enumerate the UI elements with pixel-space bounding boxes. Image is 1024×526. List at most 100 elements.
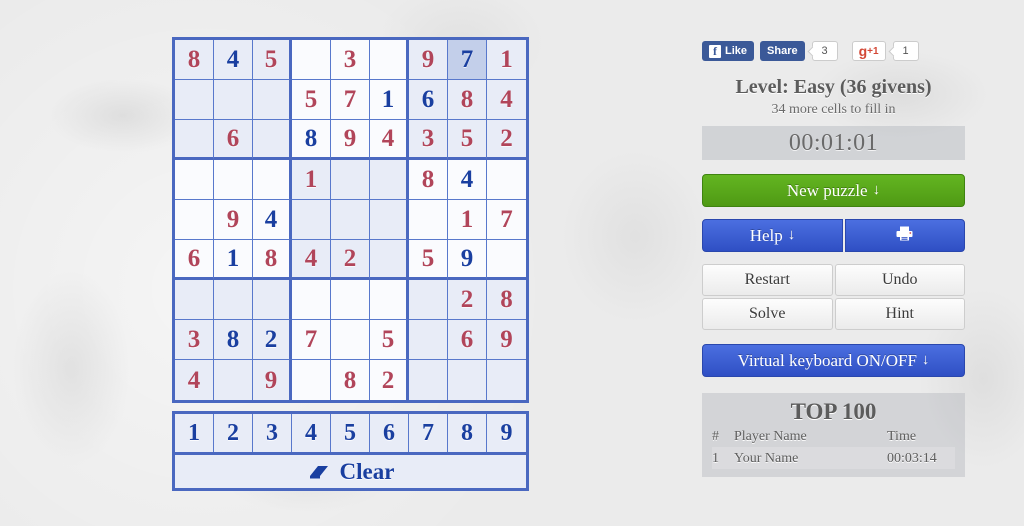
sudoku-cell-r4c6[interactable]	[370, 160, 409, 200]
numpad-key-2[interactable]: 2	[214, 414, 253, 452]
numpad-key-7[interactable]: 7	[409, 414, 448, 452]
facebook-like-button[interactable]: f Like	[702, 41, 755, 61]
sudoku-cell-r9c4[interactable]	[292, 360, 331, 400]
sudoku-cell-r6c6[interactable]	[370, 240, 409, 280]
sudoku-cell-r4c4[interactable]: 1	[292, 160, 331, 200]
sudoku-cell-r1c5[interactable]: 3	[331, 40, 370, 80]
virtual-keyboard-toggle-button[interactable]: Virtual keyboard ON/OFF ↓	[702, 344, 965, 377]
google-plus-one-button[interactable]: g +1	[851, 41, 886, 61]
sudoku-cell-r3c2[interactable]: 6	[214, 120, 253, 160]
sudoku-cell-r9c7[interactable]	[409, 360, 448, 400]
sudoku-cell-r5c4[interactable]	[292, 200, 331, 240]
numpad-key-8[interactable]: 8	[448, 414, 487, 452]
sudoku-cell-r2c2[interactable]	[214, 80, 253, 120]
sudoku-cell-r6c7[interactable]: 5	[409, 240, 448, 280]
sudoku-cell-r4c1[interactable]	[175, 160, 214, 200]
new-puzzle-button[interactable]: New puzzle ↓	[702, 174, 965, 207]
sudoku-cell-r8c5[interactable]	[331, 320, 370, 360]
sudoku-cell-r5c1[interactable]	[175, 200, 214, 240]
sudoku-cell-r1c9[interactable]: 1	[487, 40, 526, 80]
sudoku-cell-r2c5[interactable]: 7	[331, 80, 370, 120]
sudoku-cell-r6c4[interactable]: 4	[292, 240, 331, 280]
sudoku-cell-r4c5[interactable]	[331, 160, 370, 200]
sudoku-cell-r2c7[interactable]: 6	[409, 80, 448, 120]
sudoku-cell-r9c8[interactable]	[448, 360, 487, 400]
sudoku-cell-r2c1[interactable]	[175, 80, 214, 120]
numpad-key-1[interactable]: 1	[175, 414, 214, 452]
numpad-key-3[interactable]: 3	[253, 414, 292, 452]
undo-button[interactable]: Undo	[834, 264, 965, 296]
sudoku-cell-r1c2[interactable]: 4	[214, 40, 253, 80]
sudoku-cell-r3c6[interactable]: 4	[370, 120, 409, 160]
sudoku-cell-r3c3[interactable]	[253, 120, 292, 160]
sudoku-cell-r7c7[interactable]	[409, 280, 448, 320]
sudoku-cell-r3c9[interactable]: 2	[487, 120, 526, 160]
sudoku-cell-r5c2[interactable]: 9	[214, 200, 253, 240]
sudoku-cell-r1c6[interactable]	[370, 40, 409, 80]
sudoku-cell-r2c6[interactable]: 1	[370, 80, 409, 120]
sudoku-cell-r6c8[interactable]: 9	[448, 240, 487, 280]
sudoku-cell-r1c7[interactable]: 9	[409, 40, 448, 80]
hint-button[interactable]: Hint	[834, 298, 965, 330]
sudoku-cell-r3c4[interactable]: 8	[292, 120, 331, 160]
sudoku-cell-r8c3[interactable]: 2	[253, 320, 292, 360]
numpad-key-4[interactable]: 4	[292, 414, 331, 452]
sudoku-cell-r6c3[interactable]: 8	[253, 240, 292, 280]
sudoku-cell-r1c3[interactable]: 5	[253, 40, 292, 80]
sudoku-cell-r9c1[interactable]: 4	[175, 360, 214, 400]
sudoku-cell-r7c3[interactable]	[253, 280, 292, 320]
sudoku-cell-r7c8[interactable]: 2	[448, 280, 487, 320]
sudoku-cell-r4c9[interactable]	[487, 160, 526, 200]
sudoku-cell-r3c1[interactable]	[175, 120, 214, 160]
sudoku-cell-r5c8[interactable]: 1	[448, 200, 487, 240]
sudoku-cell-r8c1[interactable]: 3	[175, 320, 214, 360]
restart-button[interactable]: Restart	[702, 264, 833, 296]
sudoku-cell-r8c9[interactable]: 9	[487, 320, 526, 360]
sudoku-cell-r7c4[interactable]	[292, 280, 331, 320]
numpad-key-9[interactable]: 9	[487, 414, 526, 452]
sudoku-cell-r1c4[interactable]	[292, 40, 331, 80]
sudoku-cell-r2c8[interactable]: 8	[448, 80, 487, 120]
sudoku-cell-r5c9[interactable]: 7	[487, 200, 526, 240]
sudoku-cell-r2c3[interactable]	[253, 80, 292, 120]
sudoku-cell-r2c4[interactable]: 5	[292, 80, 331, 120]
sudoku-cell-r4c7[interactable]: 8	[409, 160, 448, 200]
print-button[interactable]	[844, 219, 965, 252]
sudoku-cell-r8c7[interactable]	[409, 320, 448, 360]
sudoku-cell-r7c5[interactable]	[331, 280, 370, 320]
sudoku-cell-r4c8[interactable]: 4	[448, 160, 487, 200]
sudoku-cell-r8c4[interactable]: 7	[292, 320, 331, 360]
numpad-key-6[interactable]: 6	[370, 414, 409, 452]
sudoku-cell-r6c2[interactable]: 1	[214, 240, 253, 280]
sudoku-cell-r5c5[interactable]	[331, 200, 370, 240]
sudoku-cell-r8c2[interactable]: 8	[214, 320, 253, 360]
sudoku-cell-r9c3[interactable]: 9	[253, 360, 292, 400]
sudoku-cell-r5c3[interactable]: 4	[253, 200, 292, 240]
number-pad[interactable]: 123456789	[172, 411, 529, 455]
sudoku-cell-r3c8[interactable]: 5	[448, 120, 487, 160]
sudoku-cell-r7c1[interactable]	[175, 280, 214, 320]
sudoku-cell-r8c8[interactable]: 6	[448, 320, 487, 360]
solve-button[interactable]: Solve	[702, 298, 833, 330]
sudoku-cell-r2c9[interactable]: 4	[487, 80, 526, 120]
sudoku-cell-r6c9[interactable]	[487, 240, 526, 280]
google-plus-one-count[interactable]: 1	[892, 41, 919, 61]
sudoku-cell-r7c2[interactable]	[214, 280, 253, 320]
sudoku-cell-r9c2[interactable]	[214, 360, 253, 400]
sudoku-cell-r7c9[interactable]: 8	[487, 280, 526, 320]
facebook-share-button[interactable]: Share	[760, 41, 805, 61]
sudoku-cell-r9c5[interactable]: 8	[331, 360, 370, 400]
sudoku-cell-r3c7[interactable]: 3	[409, 120, 448, 160]
sudoku-cell-r4c2[interactable]	[214, 160, 253, 200]
numpad-key-5[interactable]: 5	[331, 414, 370, 452]
sudoku-cell-r5c6[interactable]	[370, 200, 409, 240]
sudoku-cell-r8c6[interactable]: 5	[370, 320, 409, 360]
sudoku-cell-r1c8[interactable]: 7	[448, 40, 487, 80]
sudoku-cell-r1c1[interactable]: 8	[175, 40, 214, 80]
facebook-share-count[interactable]: 3	[811, 41, 838, 61]
sudoku-cell-r6c5[interactable]: 2	[331, 240, 370, 280]
help-button[interactable]: Help ↓	[702, 219, 843, 252]
clear-button[interactable]: Clear	[172, 455, 529, 491]
sudoku-grid[interactable]: 8453971571684689435218494176184259283827…	[172, 37, 529, 403]
sudoku-cell-r9c9[interactable]	[487, 360, 526, 400]
